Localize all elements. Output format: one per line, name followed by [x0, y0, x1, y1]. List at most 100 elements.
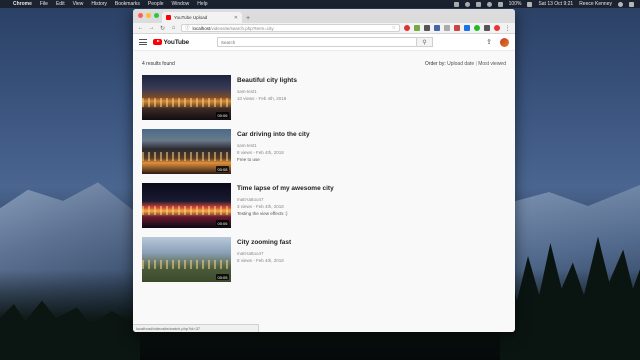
results-count: 4 results found [142, 61, 175, 67]
info-icon[interactable]: ⓘ [185, 25, 190, 31]
extension-circle-icon[interactable] [474, 25, 480, 31]
volume-icon[interactable] [497, 1, 503, 7]
video-stats: 8 views - Feb 4th, 2018 [237, 150, 284, 155]
menu-people[interactable]: People [148, 1, 164, 7]
menu-bar-clock[interactable]: Sat 13 Oct 9:21 [538, 1, 573, 7]
result-details: City zooming fast matt-tattoo47 8 views … [237, 237, 291, 282]
video-title[interactable]: Car driving into the city [237, 131, 310, 138]
youtube-favicon-icon [166, 15, 171, 20]
profile-icon[interactable] [494, 25, 500, 31]
video-stats: 3 views - Feb 4th, 2018 [237, 204, 284, 209]
result-details: Beautiful city lights sam-test1 10 views… [237, 75, 297, 120]
menu-view[interactable]: View [73, 1, 84, 7]
wifi-icon[interactable] [486, 1, 492, 7]
video-duration: 00:05 [215, 274, 229, 280]
header-actions: ⇪ [486, 37, 509, 47]
video-thumbnail[interactable]: 00:06 [142, 75, 231, 120]
video-stats: 10 views - Feb 4th, 2018 [237, 96, 287, 101]
order-by-controls: Order by: Upload date | Most viewed [425, 61, 506, 67]
upload-icon[interactable]: ⇪ [486, 38, 492, 46]
video-description: Testing the view effects :) [237, 211, 288, 216]
site-header: YouTube ⚲ ⇪ [133, 34, 515, 51]
link-status-bar: localhost/videosite/watch.php?id=37 [133, 324, 259, 332]
search-result-item[interactable]: 00:08 Car driving into the city sam-test… [142, 129, 506, 174]
video-duration: 00:06 [215, 112, 229, 118]
menu-app-chrome[interactable]: Chrome [13, 1, 32, 7]
menu-bar-user[interactable]: Reece Kenney [579, 1, 612, 7]
search-result-item[interactable]: 00:06 Beautiful city lights sam-test1 10… [142, 75, 506, 120]
forward-icon[interactable]: → [148, 25, 155, 31]
tab-strip: YouTube Upload ✕ + [133, 9, 515, 23]
video-title[interactable]: Beautiful city lights [237, 77, 297, 84]
close-tab-icon[interactable]: ✕ [234, 15, 238, 21]
battery-icon[interactable] [527, 1, 533, 7]
search-result-item[interactable]: 00:06 Time lapse of my awesome city matt… [142, 183, 506, 228]
bookmark-star-icon[interactable]: ☆ [392, 25, 396, 31]
extension-green-icon[interactable] [414, 25, 420, 31]
extension-tag-icon[interactable] [484, 25, 490, 31]
site-logo[interactable]: YouTube [153, 39, 189, 46]
video-uploader: sam-test1 [237, 89, 257, 94]
search-results-page: 4 results found Order by: Upload date | … [133, 51, 515, 331]
menu-help[interactable]: Help [197, 1, 207, 7]
search-button[interactable]: ⚲ [416, 37, 433, 47]
avatar[interactable] [500, 37, 509, 47]
browser-window: YouTube Upload ✕ + ← → ↻ ⌂ ⓘ localhost /… [133, 9, 515, 332]
back-icon[interactable]: ← [137, 25, 144, 31]
video-thumbnail[interactable]: 00:06 [142, 183, 231, 228]
video-duration: 00:08 [215, 166, 229, 172]
search-input[interactable] [216, 37, 417, 47]
macos-menu-bar: Chrome File Edit View History Bookmarks … [0, 0, 640, 8]
extension-dropper-icon[interactable] [424, 25, 430, 31]
order-upload-date-link[interactable]: Upload date [447, 61, 474, 67]
menu-bookmarks[interactable]: Bookmarks [115, 1, 140, 7]
extension-blue-icon[interactable] [434, 25, 440, 31]
video-title[interactable]: City zooming fast [237, 239, 291, 246]
order-most-viewed-link[interactable]: Most viewed [478, 61, 506, 67]
reload-icon[interactable]: ↻ [159, 25, 166, 32]
address-bar[interactable]: ⓘ localhost /videosite/search.php?term=c… [181, 24, 400, 32]
result-details: Time lapse of my awesome city matt-tatto… [237, 183, 334, 228]
home-icon[interactable]: ⌂ [170, 25, 177, 31]
url-path: /videosite/search.php?term=city [210, 25, 274, 31]
zoom-window-button[interactable] [154, 13, 159, 18]
chrome-menu-icon[interactable]: ⋮ [504, 25, 511, 32]
hamburger-menu-icon[interactable] [139, 39, 147, 45]
battery-percent[interactable]: 100% [509, 1, 522, 7]
video-title[interactable]: Time lapse of my awesome city [237, 185, 334, 192]
close-window-button[interactable] [138, 13, 143, 18]
menu-bar-status-area: 100% Sat 13 Oct 9:21 Reece Kenney [453, 1, 634, 7]
search-icon: ⚲ [422, 39, 427, 46]
extension-adblock-icon[interactable] [454, 25, 460, 31]
tab-youtube-upload[interactable]: YouTube Upload ✕ [162, 12, 242, 23]
video-uploader: matt-tattoo47 [237, 251, 264, 256]
menu-file[interactable]: File [40, 1, 48, 7]
url-host: localhost [192, 25, 211, 31]
video-stats: 8 views - Feb 4th, 2018 [237, 258, 284, 263]
order-by-label: Order by: [424, 61, 446, 67]
order-separator: | [475, 61, 477, 67]
youtube-play-icon [153, 38, 162, 46]
spotlight-icon[interactable] [618, 1, 623, 7]
video-duration: 00:06 [215, 220, 229, 226]
notification-center-icon[interactable] [629, 1, 634, 7]
extension-shield-icon[interactable] [464, 25, 470, 31]
minimize-window-button[interactable] [146, 13, 151, 18]
browser-toolbar: ← → ↻ ⌂ ⓘ localhost /videosite/search.ph… [133, 23, 515, 34]
video-uploader: sam-test1 [237, 143, 257, 148]
result-details: Car driving into the city sam-test1 8 vi… [237, 129, 310, 174]
extension-red-icon[interactable] [404, 25, 410, 31]
menu-history[interactable]: History [91, 1, 107, 7]
sync-status-icon[interactable] [464, 1, 470, 7]
video-description: Free to use [237, 157, 260, 162]
menu-edit[interactable]: Edit [56, 1, 65, 7]
search-result-item[interactable]: 00:05 City zooming fast matt-tattoo47 8 … [142, 237, 506, 282]
extension-gray-icon[interactable] [444, 25, 450, 31]
screen-status-icon[interactable] [475, 1, 481, 7]
dropbox-status-icon[interactable] [453, 1, 459, 7]
tab-title: YouTube Upload [174, 15, 208, 20]
video-thumbnail[interactable]: 00:08 [142, 129, 231, 174]
video-thumbnail[interactable]: 00:05 [142, 237, 231, 282]
menu-window[interactable]: Window [172, 1, 190, 7]
new-tab-icon[interactable]: + [246, 15, 250, 22]
